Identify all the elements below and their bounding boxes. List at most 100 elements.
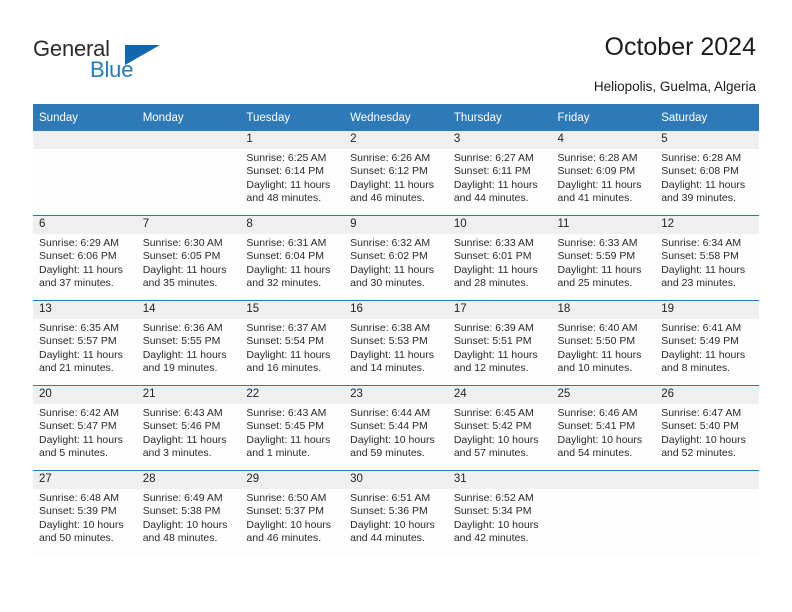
calendar-week-row: 6 Sunrise: 6:29 AM Sunset: 6:06 PM Dayli…	[33, 215, 759, 301]
sunrise-text: Sunrise: 6:48 AM	[39, 492, 119, 504]
day-number: 5	[655, 131, 759, 149]
sunrise-text: Sunrise: 6:41 AM	[661, 322, 742, 334]
day-cell[interactable]: 29 Sunrise: 6:50 AM Sunset: 5:37 PM Dayl…	[240, 470, 345, 555]
day-cell[interactable]: 20 Sunrise: 6:42 AM Sunset: 5:47 PM Dayl…	[33, 385, 137, 471]
day-cell[interactable]: 18 Sunrise: 6:40 AM Sunset: 5:50 PM Dayl…	[551, 300, 656, 386]
sunset-text: Sunset: 5:44 PM	[350, 420, 428, 433]
day-cell[interactable]: 7 Sunrise: 6:30 AM Sunset: 6:05 PM Dayli…	[136, 215, 241, 301]
page-location: Heliopolis, Guelma, Algeria	[593, 79, 756, 94]
sunset-text: Sunset: 5:57 PM	[39, 335, 117, 348]
day-cell[interactable]: 10 Sunrise: 6:33 AM Sunset: 6:01 PM Dayl…	[447, 215, 552, 301]
day-number: 24	[447, 386, 552, 404]
day-cell[interactable]: 5 Sunrise: 6:28 AM Sunset: 6:08 PM Dayli…	[655, 131, 759, 216]
calendar-grid: Sunday Monday Tuesday Wednesday Thursday…	[33, 104, 759, 555]
day-cell[interactable]: 4 Sunrise: 6:28 AM Sunset: 6:09 PM Dayli…	[551, 131, 656, 216]
sunset-text: Sunset: 5:41 PM	[557, 420, 636, 433]
daylight-text: Daylight: 11 hours and 19 minutes.	[142, 348, 227, 375]
daylight-text: Daylight: 11 hours and 35 minutes.	[142, 263, 227, 290]
sunset-text: Sunset: 6:11 PM	[453, 165, 531, 178]
sunset-text: Sunset: 5:50 PM	[557, 335, 636, 348]
daylight-text: Daylight: 11 hours and 39 minutes.	[661, 178, 746, 205]
day-cell[interactable]: 3 Sunrise: 6:27 AM Sunset: 6:11 PM Dayli…	[447, 131, 552, 216]
day-cell[interactable]: 23 Sunrise: 6:44 AM Sunset: 5:44 PM Dayl…	[344, 385, 448, 471]
day-cell[interactable]: 2 Sunrise: 6:26 AM Sunset: 6:12 PM Dayli…	[344, 131, 448, 216]
sunrise-text: Sunrise: 6:46 AM	[557, 407, 638, 419]
day-number: 13	[33, 301, 137, 319]
calendar-week-row: 20 Sunrise: 6:42 AM Sunset: 5:47 PM Dayl…	[33, 385, 759, 471]
day-info: Sunrise: 6:50 AM Sunset: 5:37 PM Dayligh…	[240, 489, 344, 546]
page-header: General Blue October 2024 Heliopolis, Gu…	[0, 0, 792, 100]
sunset-text: Sunset: 6:14 PM	[246, 165, 325, 178]
day-number	[136, 131, 241, 149]
day-info: Sunrise: 6:36 AM Sunset: 5:55 PM Dayligh…	[137, 319, 241, 376]
day-cell[interactable]: 12 Sunrise: 6:34 AM Sunset: 5:58 PM Dayl…	[655, 215, 759, 301]
brand-logo[interactable]: General Blue	[33, 36, 263, 92]
day-cell[interactable]: 16 Sunrise: 6:38 AM Sunset: 5:53 PM Dayl…	[344, 300, 448, 386]
day-cell[interactable]: 24 Sunrise: 6:45 AM Sunset: 5:42 PM Dayl…	[447, 385, 552, 471]
day-cell[interactable]: 25 Sunrise: 6:46 AM Sunset: 5:41 PM Dayl…	[551, 385, 656, 471]
daylight-text: Daylight: 11 hours and 23 minutes.	[661, 263, 746, 290]
day-number: 8	[240, 216, 345, 234]
day-number	[551, 471, 656, 489]
day-number: 11	[551, 216, 656, 234]
daylight-text: Daylight: 11 hours and 44 minutes.	[453, 178, 538, 205]
day-cell[interactable]: 21 Sunrise: 6:43 AM Sunset: 5:46 PM Dayl…	[136, 385, 241, 471]
day-cell[interactable]: 22 Sunrise: 6:43 AM Sunset: 5:45 PM Dayl…	[240, 385, 345, 471]
day-info: Sunrise: 6:26 AM Sunset: 6:12 PM Dayligh…	[344, 149, 448, 206]
daylight-text: Daylight: 10 hours and 42 minutes.	[453, 518, 539, 545]
day-cell[interactable]: 19 Sunrise: 6:41 AM Sunset: 5:49 PM Dayl…	[655, 300, 759, 386]
day-cell[interactable]	[136, 131, 241, 216]
day-info: Sunrise: 6:28 AM Sunset: 6:09 PM Dayligh…	[552, 149, 656, 206]
sunrise-text: Sunrise: 6:28 AM	[557, 152, 638, 164]
sunset-text: Sunset: 6:09 PM	[557, 165, 636, 178]
day-cell[interactable]	[655, 470, 759, 555]
weekday-header-tuesday: Tuesday	[240, 104, 345, 131]
day-cell[interactable]: 9 Sunrise: 6:32 AM Sunset: 6:02 PM Dayli…	[344, 215, 448, 301]
day-cell[interactable]: 27 Sunrise: 6:48 AM Sunset: 5:39 PM Dayl…	[33, 470, 137, 555]
day-info: Sunrise: 6:45 AM Sunset: 5:42 PM Dayligh…	[448, 404, 552, 461]
day-info: Sunrise: 6:31 AM Sunset: 6:04 PM Dayligh…	[240, 234, 344, 291]
weekday-header-friday: Friday	[551, 104, 656, 131]
day-cell[interactable]: 13 Sunrise: 6:35 AM Sunset: 5:57 PM Dayl…	[33, 300, 137, 386]
daylight-text: Daylight: 11 hours and 32 minutes.	[246, 263, 331, 290]
sunset-text: Sunset: 5:40 PM	[661, 420, 739, 433]
day-cell[interactable]: 30 Sunrise: 6:51 AM Sunset: 5:36 PM Dayl…	[344, 470, 448, 555]
sunset-text: Sunset: 5:36 PM	[350, 505, 428, 518]
daylight-text: Daylight: 11 hours and 37 minutes.	[39, 263, 123, 290]
day-cell[interactable]	[33, 131, 137, 216]
day-cell[interactable]: 26 Sunrise: 6:47 AM Sunset: 5:40 PM Dayl…	[655, 385, 759, 471]
day-info: Sunrise: 6:35 AM Sunset: 5:57 PM Dayligh…	[33, 319, 137, 376]
day-cell[interactable]: 28 Sunrise: 6:49 AM Sunset: 5:38 PM Dayl…	[136, 470, 241, 555]
sunrise-text: Sunrise: 6:32 AM	[350, 237, 431, 249]
sunrise-text: Sunrise: 6:29 AM	[39, 237, 119, 249]
day-cell[interactable]: 11 Sunrise: 6:33 AM Sunset: 5:59 PM Dayl…	[551, 215, 656, 301]
day-cell[interactable]: 1 Sunrise: 6:25 AM Sunset: 6:14 PM Dayli…	[240, 131, 345, 216]
sunrise-text: Sunrise: 6:30 AM	[142, 237, 223, 249]
day-info: Sunrise: 6:30 AM Sunset: 6:05 PM Dayligh…	[137, 234, 241, 291]
day-cell[interactable]: 17 Sunrise: 6:39 AM Sunset: 5:51 PM Dayl…	[447, 300, 552, 386]
weekday-header-thursday: Thursday	[447, 104, 552, 131]
day-number: 3	[447, 131, 552, 149]
day-cell[interactable]: 31 Sunrise: 6:52 AM Sunset: 5:34 PM Dayl…	[447, 470, 552, 555]
daylight-text: Daylight: 11 hours and 12 minutes.	[453, 348, 538, 375]
weekday-header-wednesday: Wednesday	[344, 104, 448, 131]
sunset-text: Sunset: 5:39 PM	[39, 505, 117, 518]
day-info: Sunrise: 6:40 AM Sunset: 5:50 PM Dayligh…	[552, 319, 656, 376]
weekday-header-row: Sunday Monday Tuesday Wednesday Thursday…	[33, 104, 759, 131]
day-cell[interactable]: 15 Sunrise: 6:37 AM Sunset: 5:54 PM Dayl…	[240, 300, 345, 386]
sunrise-text: Sunrise: 6:50 AM	[246, 492, 327, 504]
day-cell[interactable]: 6 Sunrise: 6:29 AM Sunset: 6:06 PM Dayli…	[33, 215, 137, 301]
sunset-text: Sunset: 5:38 PM	[142, 505, 221, 518]
sunset-text: Sunset: 5:51 PM	[453, 335, 532, 348]
day-number: 31	[447, 471, 552, 489]
day-cell[interactable]: 8 Sunrise: 6:31 AM Sunset: 6:04 PM Dayli…	[240, 215, 345, 301]
sunrise-text: Sunrise: 6:39 AM	[453, 322, 534, 334]
sunrise-text: Sunrise: 6:37 AM	[246, 322, 327, 334]
day-cell[interactable]	[551, 470, 656, 555]
sunrise-text: Sunrise: 6:49 AM	[142, 492, 223, 504]
day-cell[interactable]: 14 Sunrise: 6:36 AM Sunset: 5:55 PM Dayl…	[136, 300, 241, 386]
day-number: 4	[551, 131, 656, 149]
day-info: Sunrise: 6:42 AM Sunset: 5:47 PM Dayligh…	[33, 404, 137, 461]
calendar-body: 1 Sunrise: 6:25 AM Sunset: 6:14 PM Dayli…	[33, 131, 759, 555]
daylight-text: Daylight: 10 hours and 52 minutes.	[661, 433, 746, 460]
